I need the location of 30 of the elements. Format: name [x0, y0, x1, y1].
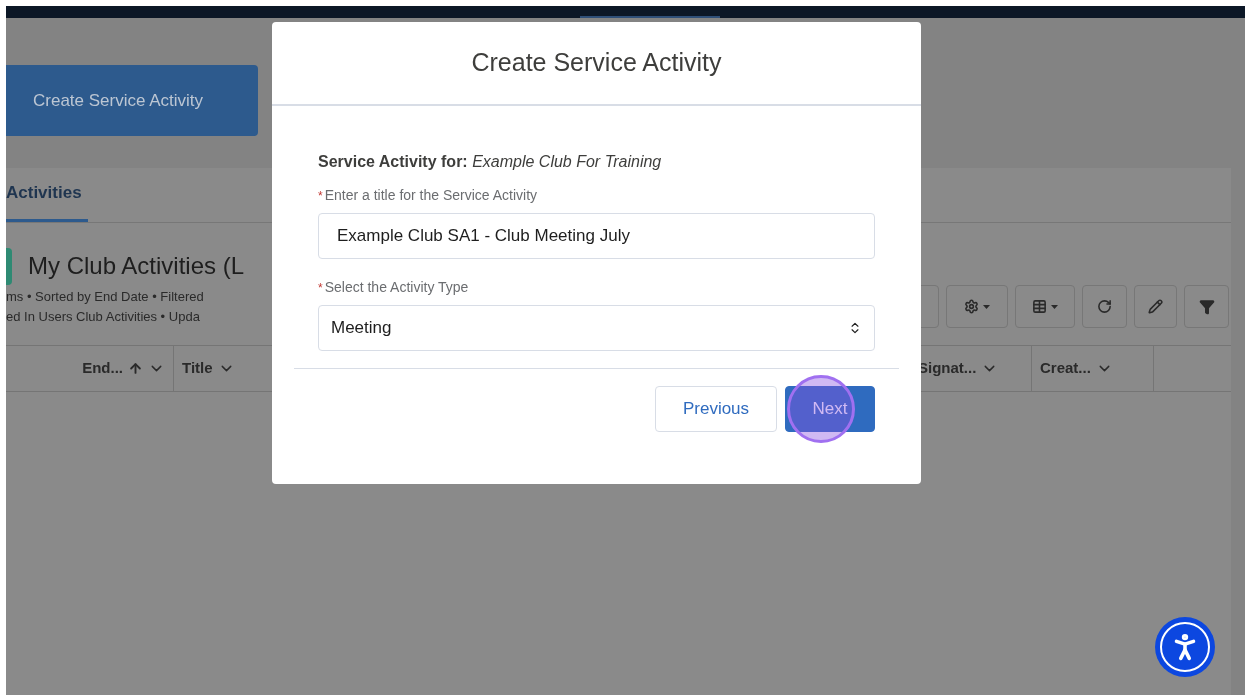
column-header[interactable]: Creat... — [1032, 346, 1154, 391]
refresh-icon — [1097, 299, 1112, 314]
caret-icon — [1051, 304, 1058, 309]
list-info-text: ed In Users Club Activities • Upda — [6, 308, 201, 326]
activity-type-select[interactable]: Meeting — [318, 305, 875, 351]
column-header[interactable]: End... — [6, 346, 174, 391]
list-info-text: ms • Sorted by End Date • Filtered — [6, 288, 204, 306]
list-title: My Club Activities (L — [28, 251, 245, 281]
filter-icon — [1198, 298, 1215, 315]
table-button[interactable] — [1015, 285, 1075, 328]
caret-icon — [983, 304, 990, 309]
context-text: Service Activity for: Example Club For Training — [318, 152, 663, 172]
required-marker: * — [318, 280, 323, 297]
settings-button[interactable] — [946, 285, 1008, 328]
edit-button[interactable] — [1134, 285, 1177, 328]
field-label: Enter a title for the Service Activity — [324, 186, 538, 205]
gear-icon — [964, 299, 979, 314]
required-marker: * — [318, 188, 323, 205]
modal-title: Create Service Activity — [471, 47, 722, 79]
table-icon — [1032, 299, 1047, 314]
list-icon — [6, 248, 12, 285]
previous-button[interactable]: Previous — [655, 386, 777, 432]
create-service-activity-button[interactable]: Create Service Activity — [6, 65, 258, 136]
pencil-icon — [1148, 299, 1163, 314]
field-label: Select the Activity Type — [324, 278, 469, 297]
activities-tab[interactable]: Activities — [6, 167, 88, 222]
filter-button[interactable] — [1184, 285, 1229, 328]
next-button[interactable]: Next — [785, 386, 875, 432]
title-input-field[interactable]: Example Club SA1 - Club Meeting July — [318, 213, 875, 259]
refresh-button[interactable] — [1082, 285, 1127, 328]
